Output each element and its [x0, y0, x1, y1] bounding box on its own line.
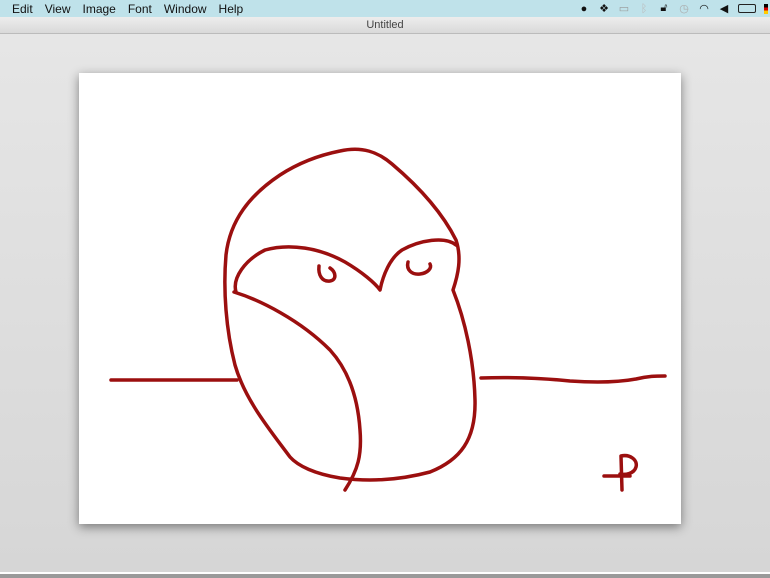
- window-bottom-edge: [0, 572, 770, 578]
- menu-edit[interactable]: Edit: [0, 2, 39, 16]
- menu-help[interactable]: Help: [213, 2, 250, 16]
- owl-body-outline: [223, 147, 477, 482]
- flag-icon[interactable]: [764, 3, 768, 14]
- drawing-canvas[interactable]: [79, 73, 681, 524]
- owl-wing-line: [232, 290, 363, 492]
- owl-right-eye: [405, 260, 433, 276]
- wifi-icon[interactable]: ◠: [698, 2, 710, 15]
- bluetooth-icon[interactable]: ᛒ: [638, 3, 650, 15]
- menu-window[interactable]: Window: [158, 2, 213, 16]
- menu-font[interactable]: Font: [122, 2, 158, 16]
- menu-image[interactable]: Image: [76, 2, 121, 16]
- time-machine-icon[interactable]: ◷: [678, 2, 690, 15]
- ground-line-right: [479, 374, 667, 384]
- dropbox-icon[interactable]: ❖: [598, 2, 610, 15]
- owl-left-eye: [317, 264, 337, 283]
- evernote-icon[interactable]: ●: [578, 3, 590, 15]
- keyboard-input-icon[interactable]: ▭: [618, 2, 630, 15]
- battery-icon[interactable]: [738, 4, 756, 13]
- owl-drawing: [109, 147, 667, 492]
- menu-bar: Edit View Image Font Window Help ● ❖ ▭ ᛒ…: [0, 0, 770, 17]
- window-title: Untitled: [0, 17, 770, 34]
- menu-view[interactable]: View: [39, 2, 77, 16]
- owl-face-line: [233, 238, 458, 294]
- lock-icon[interactable]: 🔓︎: [658, 2, 670, 15]
- signature-mark: [602, 453, 639, 492]
- volume-icon[interactable]: ◀: [718, 2, 730, 15]
